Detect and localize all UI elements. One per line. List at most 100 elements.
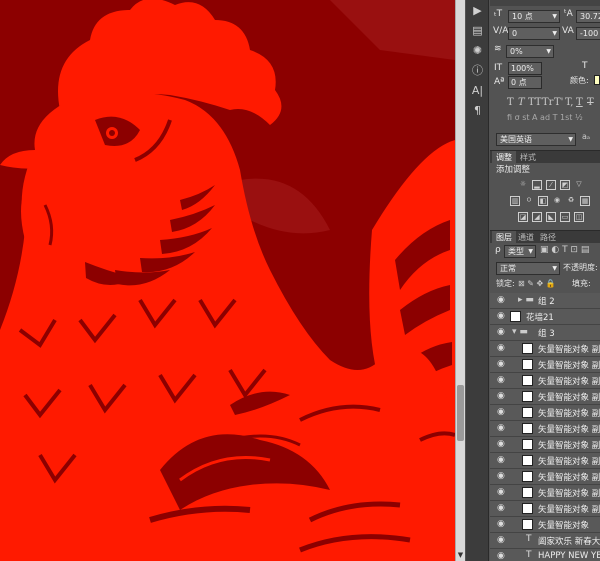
visibility-eye-icon[interactable]: ◉ (497, 535, 505, 545)
color-label: 颜色: (570, 76, 589, 85)
photo-filter-icon[interactable]: ◉ (552, 196, 562, 206)
visibility-eye-icon[interactable]: ◉ (497, 295, 505, 305)
layer-row-smart-object[interactable]: ◉ 矢量智能对象 副 (490, 469, 600, 485)
leading-select[interactable]: 30.72 (576, 10, 600, 23)
hue-saturation-icon[interactable]: ▥ (510, 196, 520, 206)
tab-channels[interactable]: 通道 (514, 231, 538, 244)
font-size-select[interactable]: 10 点 ▼ (508, 10, 560, 23)
layer-row-group-2[interactable]: ◉ ▸ ▬ 组 2 (490, 293, 600, 309)
info-icon[interactable]: ⓘ (469, 62, 486, 79)
tab-adjustments[interactable]: 调整 (492, 151, 516, 164)
layer-row-smart-object[interactable]: ◉ 矢量智能对象 副 (490, 421, 600, 437)
color-lookup-icon[interactable]: ▦ (580, 196, 590, 206)
scrollbar-thumb[interactable] (457, 385, 464, 441)
text-color-swatch[interactable] (594, 75, 600, 85)
visibility-eye-icon[interactable]: ◉ (497, 471, 505, 481)
visibility-eye-icon[interactable]: ◉ (497, 327, 505, 337)
threshold-icon[interactable]: ◣ (546, 212, 556, 222)
paragraph-panel-icon[interactable]: ¶ (469, 102, 486, 119)
invert-icon[interactable]: ◪ (518, 212, 528, 222)
brush-settings-icon[interactable]: ✺ (469, 42, 486, 59)
black-white-icon[interactable]: ◧ (538, 196, 548, 206)
layer-name: 组 2 (538, 297, 555, 307)
layer-row-smart-object[interactable]: ◉ 矢量智能对象 副 (490, 373, 600, 389)
visibility-eye-icon[interactable]: ◉ (497, 375, 505, 385)
layer-row-smart-object[interactable]: ◉ 矢量智能对象 副 (490, 501, 600, 517)
tab-paths[interactable]: 路径 (536, 231, 560, 244)
layer-name: 花墙21 (526, 313, 554, 323)
underline-button[interactable]: T (576, 97, 583, 108)
tracking-select[interactable]: -100 (576, 27, 600, 40)
kerning-select[interactable]: 0 ▼ (508, 27, 560, 40)
smart-object-thumbnail (522, 455, 533, 466)
visibility-eye-icon[interactable]: ◉ (497, 519, 505, 529)
layer-row-smart-object[interactable]: ◉ 矢量智能对象 副 (490, 405, 600, 421)
play-icon[interactable]: ▶ (469, 2, 486, 19)
layer-row-smart-object[interactable]: ◉ 矢量智能对象 副 (490, 453, 600, 469)
language-select[interactable]: 美国英语 ▼ (496, 133, 576, 146)
visibility-eye-icon[interactable]: ◉ (497, 439, 505, 449)
channel-mixer-icon[interactable]: ♻ (566, 196, 576, 206)
faux-bold-button[interactable]: T (507, 97, 514, 108)
vertical-scale-input[interactable]: 100% (508, 62, 542, 75)
layer-row-smart-object[interactable]: ◉ 矢量智能对象 副 (490, 341, 600, 357)
superscript-button[interactable]: T' (554, 97, 563, 108)
folder-open-icon: ▾ ▬ (512, 327, 528, 337)
tab-layers[interactable]: 图层 (492, 231, 516, 244)
color-balance-icon[interactable]: ㅇ (524, 196, 534, 206)
subscript-button[interactable]: T, (565, 97, 573, 108)
kerning-icon: V/A (493, 26, 509, 36)
visibility-eye-icon[interactable]: ◉ (497, 407, 505, 417)
layer-name: 矢量智能对象 副 (538, 345, 600, 355)
levels-icon[interactable]: ▂ (532, 180, 542, 190)
scroll-down-arrow[interactable]: ▼ (457, 552, 464, 559)
history-icon[interactable]: ▤ (469, 22, 486, 39)
layer-row-text[interactable]: ◉ T 阖家欢乐 新春大 (490, 533, 600, 549)
gradient-map-icon[interactable]: ▭ (560, 212, 570, 222)
all-caps-button[interactable]: TT (528, 97, 542, 108)
selective-color-icon[interactable]: ◫ (574, 212, 584, 222)
visibility-eye-icon[interactable]: ◉ (497, 311, 505, 321)
visibility-eye-icon[interactable]: ◉ (497, 551, 505, 561)
smart-object-thumbnail (522, 519, 533, 530)
faux-italic-button[interactable]: T (518, 97, 525, 108)
visibility-eye-icon[interactable]: ◉ (497, 391, 505, 401)
visibility-eye-icon[interactable]: ◉ (497, 487, 505, 497)
layer-row-smart-object[interactable]: ◉ 矢量智能对象 副 (490, 485, 600, 501)
layer-name: 矢量智能对象 副 (538, 377, 600, 387)
exposure-icon[interactable]: ◩ (560, 180, 570, 190)
tsume-select[interactable]: 0% ▼ (506, 45, 554, 58)
baseline-shift-input[interactable]: 0 点 (508, 76, 542, 89)
layer-name: 矢量智能对象 副 (538, 393, 600, 403)
visibility-eye-icon[interactable]: ◉ (497, 359, 505, 369)
curves-icon[interactable]: ⁄ (546, 180, 556, 190)
lock-icons[interactable]: ⊠ ✎ ✥ 🔒 (518, 278, 556, 290)
layer-row-pixel[interactable]: ◉ 花墙21 (490, 309, 600, 325)
layer-row-smart-object[interactable]: ◉ 矢量智能对象 (490, 517, 600, 533)
layer-row-text[interactable]: ◉ T HAPPY NEW YEAR (490, 549, 600, 561)
posterize-icon[interactable]: ◢ (532, 212, 542, 222)
layer-row-group-3[interactable]: ◉ ▾ ▬ 组 3 (490, 325, 600, 341)
vibrance-icon[interactable]: ▽ (574, 180, 584, 190)
layer-filter-select[interactable]: 类型 ▼ (504, 245, 536, 258)
small-caps-button[interactable]: Tr (542, 97, 553, 108)
document-canvas[interactable] (0, 0, 455, 561)
layer-row-smart-object[interactable]: ◉ 矢量智能对象 副 (490, 357, 600, 373)
smart-object-thumbnail (522, 423, 533, 434)
horizontal-scale-icon: T (582, 61, 588, 71)
tab-styles[interactable]: 样式 (516, 151, 540, 164)
smart-object-thumbnail (522, 391, 533, 402)
brightness-icon[interactable]: ☼ (518, 180, 528, 190)
blend-mode-select[interactable]: 正常 ▼ (496, 262, 560, 275)
visibility-eye-icon[interactable]: ◉ (497, 423, 505, 433)
layer-row-smart-object[interactable]: ◉ 矢量智能对象 副 (490, 437, 600, 453)
layer-row-smart-object[interactable]: ◉ 矢量智能对象 副 (490, 389, 600, 405)
strikethrough-button[interactable]: T (587, 97, 594, 108)
filter-icons[interactable]: ▣ ◐ T ⊡ ▤ (540, 244, 589, 256)
visibility-eye-icon[interactable]: ◉ (497, 455, 505, 465)
visibility-eye-icon[interactable]: ◉ (497, 343, 505, 353)
canvas-vertical-scrollbar[interactable]: ▼ (455, 0, 465, 561)
visibility-eye-icon[interactable]: ◉ (497, 503, 505, 513)
character-panel-icon[interactable]: A| (469, 82, 486, 99)
layer-name: 矢量智能对象 副 (538, 473, 600, 483)
